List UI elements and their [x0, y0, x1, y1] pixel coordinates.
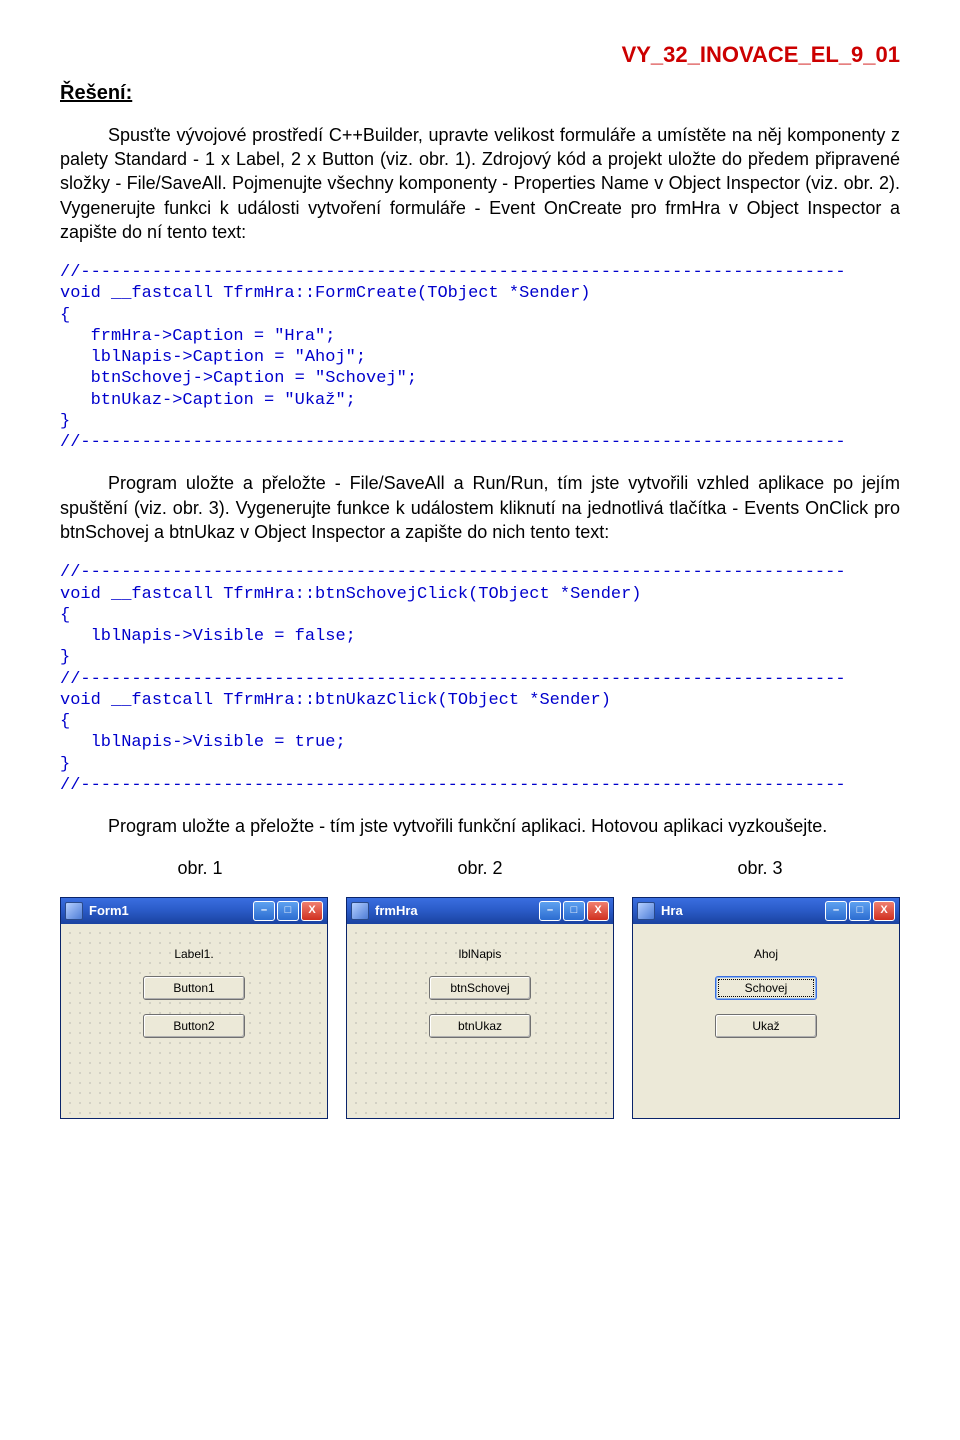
- titlebar-frmhra: frmHra – □ X: [347, 898, 613, 924]
- window-title: Form1: [89, 902, 253, 920]
- paragraph-1: Spusťte vývojové prostředí C++Builder, u…: [60, 123, 900, 244]
- label-lblnapis: lblNapis: [357, 946, 603, 962]
- titlebar-form1: Form1 – □ X: [61, 898, 327, 924]
- figure-label-3: obr. 3: [620, 856, 900, 880]
- titlebar-hra: Hra – □ X: [633, 898, 899, 924]
- code-block-2: //--------------------------------------…: [60, 562, 900, 796]
- button-schovej[interactable]: Schovej: [715, 976, 817, 1000]
- maximize-button[interactable]: □: [563, 901, 585, 921]
- button-button1[interactable]: Button1: [143, 976, 245, 1000]
- maximize-button[interactable]: □: [849, 901, 871, 921]
- client-area: Label1. Button1 Button2: [61, 924, 327, 1118]
- client-area: Ahoj Schovej Ukaž: [633, 924, 899, 1118]
- section-title: Řešení:: [60, 80, 900, 107]
- button-btnukaz[interactable]: btnUkaz: [429, 1014, 531, 1038]
- minimize-button[interactable]: –: [539, 901, 561, 921]
- app-icon: [637, 902, 655, 920]
- titlebar-buttons: – □ X: [539, 901, 609, 921]
- button-btnschovej[interactable]: btnSchovej: [429, 976, 531, 1000]
- paragraph-3: Program uložte a přeložte - tím jste vyt…: [60, 814, 900, 838]
- figure-labels-row: obr. 1 obr. 2 obr. 3: [60, 856, 900, 890]
- client-area: lblNapis btnSchovej btnUkaz: [347, 924, 613, 1118]
- minimize-button[interactable]: –: [825, 901, 847, 921]
- button-button2[interactable]: Button2: [143, 1014, 245, 1038]
- minimize-button[interactable]: –: [253, 901, 275, 921]
- label-label1: Label1.: [71, 946, 317, 962]
- window-title: Hra: [661, 902, 825, 920]
- paragraph-2: Program uložte a přeložte - File/SaveAll…: [60, 471, 900, 544]
- label-ahoj: Ahoj: [643, 946, 889, 962]
- figure-label-1: obr. 1: [60, 856, 340, 880]
- titlebar-buttons: – □ X: [825, 901, 895, 921]
- figure-windows-row: Form1 – □ X Label1. Button1 Button2 frmH…: [60, 897, 900, 1119]
- button-ukaz[interactable]: Ukaž: [715, 1014, 817, 1038]
- window-hra: Hra – □ X Ahoj Schovej Ukaž: [632, 897, 900, 1119]
- maximize-button[interactable]: □: [277, 901, 299, 921]
- window-form1: Form1 – □ X Label1. Button1 Button2: [60, 897, 328, 1119]
- app-icon: [351, 902, 369, 920]
- code-block-1: //--------------------------------------…: [60, 262, 900, 453]
- app-icon: [65, 902, 83, 920]
- figure-label-2: obr. 2: [340, 856, 620, 880]
- close-button[interactable]: X: [873, 901, 895, 921]
- close-button[interactable]: X: [301, 901, 323, 921]
- titlebar-buttons: – □ X: [253, 901, 323, 921]
- header-code: VY_32_INOVACE_EL_9_01: [60, 40, 900, 70]
- window-frmhra: frmHra – □ X lblNapis btnSchovej btnUkaz: [346, 897, 614, 1119]
- window-title: frmHra: [375, 902, 539, 920]
- close-button[interactable]: X: [587, 901, 609, 921]
